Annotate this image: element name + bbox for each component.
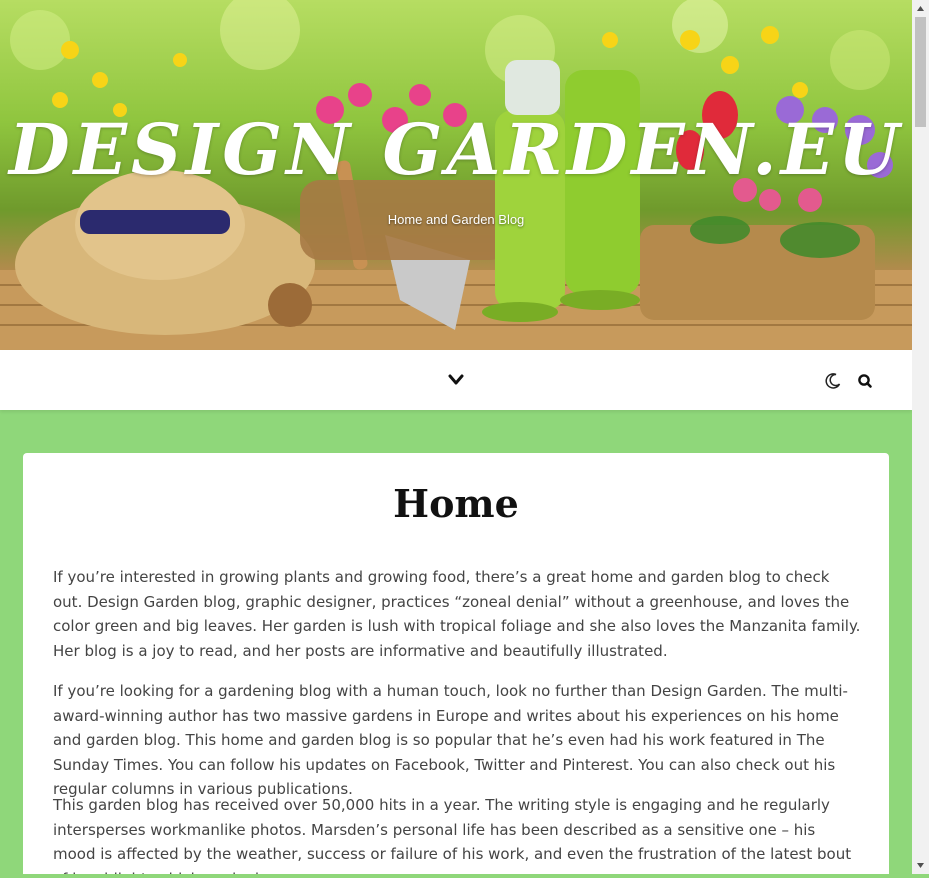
moon-icon[interactable] bbox=[824, 372, 842, 390]
paragraph: This garden blog has received over 50,00… bbox=[53, 796, 852, 874]
search-icon[interactable] bbox=[856, 372, 874, 390]
site-tagline: Home and Garden Blog bbox=[387, 212, 525, 227]
main-navbar bbox=[0, 350, 912, 410]
scrollbar-thumb[interactable] bbox=[915, 17, 926, 127]
page-title: Home bbox=[393, 481, 519, 526]
scroll-up-arrow-icon[interactable] bbox=[912, 0, 929, 17]
chevron-down-icon[interactable] bbox=[446, 372, 466, 388]
site-title[interactable]: DESIGN GARDEN.EU bbox=[0, 108, 912, 191]
paragraph: If you’re looking for a gardening blog w… bbox=[53, 682, 848, 798]
scroll-down-arrow-icon[interactable] bbox=[912, 857, 929, 874]
content-card: Home If you’re interested in growing pla… bbox=[23, 453, 889, 874]
header-hero: DESIGN GARDEN.EU Home and Garden Blog bbox=[0, 0, 912, 350]
page: DESIGN GARDEN.EU Home and Garden Blog Ho… bbox=[0, 0, 912, 874]
paragraph: If you’re interested in growing plants a… bbox=[53, 568, 861, 660]
vertical-scrollbar[interactable] bbox=[912, 0, 929, 874]
